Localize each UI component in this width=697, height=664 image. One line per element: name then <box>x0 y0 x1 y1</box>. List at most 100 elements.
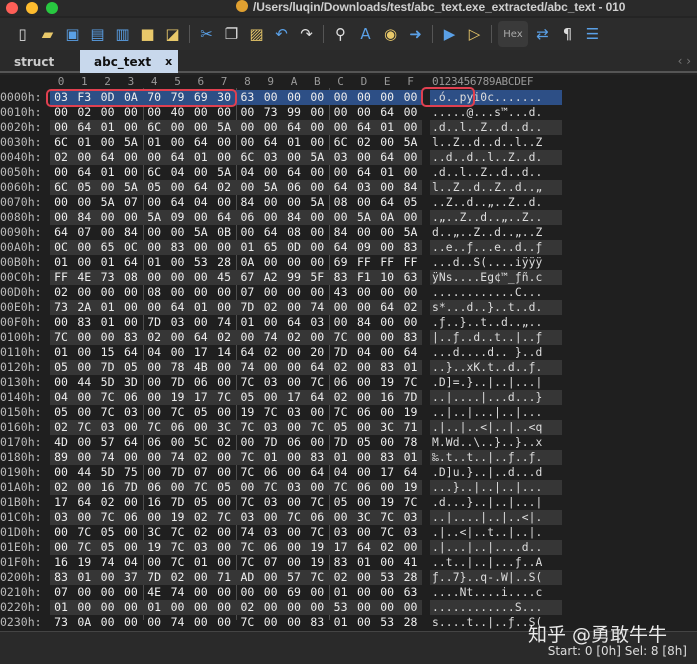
hex-byte[interactable]: 84 <box>73 210 95 225</box>
save-all-icon[interactable]: ▥ <box>112 24 133 45</box>
hex-byte[interactable]: 00 <box>143 360 165 375</box>
hex-byte[interactable]: 07 <box>73 225 95 240</box>
multi-folder-icon[interactable]: ◪ <box>162 24 183 45</box>
hex-byte[interactable]: 7C <box>306 375 328 390</box>
save-icon[interactable]: ▣ <box>62 24 83 45</box>
hex-byte[interactable]: 00 <box>120 585 142 600</box>
hex-byte[interactable]: 00 <box>73 435 95 450</box>
hex-byte[interactable]: 00 <box>120 495 142 510</box>
hex-byte[interactable]: 00 <box>97 180 119 195</box>
hex-byte[interactable]: 06 <box>260 465 282 480</box>
hex-byte[interactable]: 5A <box>213 120 235 135</box>
hex-byte[interactable]: 78 <box>400 435 422 450</box>
hex-byte[interactable]: 01 <box>236 315 258 330</box>
hex-byte[interactable]: 67 <box>236 270 258 285</box>
hex-byte[interactable]: 06 <box>143 480 165 495</box>
hex-byte[interactable]: 7C <box>306 570 328 585</box>
ascii-text[interactable]: ..|....|...d...} <box>432 390 542 405</box>
hex-row[interactable]: 0140h: 04 00 7C 06 00 19 17 7C 05 00 17 64 02 00 16 7D..… <box>0 390 562 405</box>
hex-byte[interactable]: 00 <box>260 360 282 375</box>
hex-byte[interactable]: 00 <box>236 135 258 150</box>
hex-byte[interactable]: 02 <box>50 420 72 435</box>
hex-byte[interactable]: 5A <box>400 135 422 150</box>
hex-byte[interactable]: 08 <box>283 225 305 240</box>
redo-icon[interactable]: ↷ <box>296 24 317 45</box>
hex-byte[interactable]: 17 <box>330 540 352 555</box>
hex-byte[interactable]: 00 <box>97 105 119 120</box>
hex-row[interactable]: 0210h: 07 00 00 00 4E 74 00 00 00 00 69 00 01 00 00 63..… <box>0 585 562 600</box>
hex-byte[interactable]: 00 <box>283 525 305 540</box>
hex-byte[interactable]: 00 <box>143 390 165 405</box>
hex-byte[interactable]: 00 <box>73 585 95 600</box>
hex-byte[interactable]: 06 <box>120 510 142 525</box>
hex-byte[interactable]: 05 <box>190 495 212 510</box>
hex-byte[interactable]: 01 <box>260 450 282 465</box>
hex-byte[interactable]: 00 <box>376 135 398 150</box>
ascii-text[interactable]: |..ƒ..d..t..|..ƒ <box>432 330 542 345</box>
hex-byte[interactable]: 00 <box>73 195 95 210</box>
hex-byte[interactable]: 06 <box>283 435 305 450</box>
hex-byte[interactable]: 7C <box>167 525 189 540</box>
hex-byte[interactable]: 00 <box>97 225 119 240</box>
hex-byte[interactable]: 17 <box>50 495 72 510</box>
hex-byte[interactable]: 71 <box>213 570 235 585</box>
hex-byte[interactable]: 15 <box>97 345 119 360</box>
hex-byte[interactable]: 00 <box>50 315 72 330</box>
hex-byte[interactable]: 01 <box>73 135 95 150</box>
hex-byte[interactable]: 00 <box>260 615 282 630</box>
hex-byte[interactable]: 00 <box>167 270 189 285</box>
hex-byte[interactable]: 7D <box>260 435 282 450</box>
hex-byte[interactable]: 14 <box>213 345 235 360</box>
hex-row[interactable]: 0090h: 64 07 00 84 00 00 5A 0B 00 64 08 00 84 00 00 5A d.… <box>0 225 562 240</box>
hex-byte[interactable]: 74 <box>236 360 258 375</box>
hex-byte[interactable]: 17 <box>376 465 398 480</box>
hex-byte[interactable]: 00 <box>260 315 282 330</box>
hex-byte[interactable]: 00 <box>283 465 305 480</box>
hex-byte[interactable]: 01 <box>143 255 165 270</box>
ascii-text[interactable]: s*...d..}..t..d. <box>432 300 542 315</box>
hex-byte[interactable]: 00 <box>353 600 375 615</box>
hex-byte[interactable]: 07 <box>190 465 212 480</box>
hex-byte[interactable]: 03 <box>330 150 352 165</box>
hex-byte[interactable]: 5A <box>353 210 375 225</box>
hex-byte[interactable]: 64 <box>330 240 352 255</box>
hex-byte[interactable]: 0C <box>120 240 142 255</box>
hex-byte[interactable]: 02 <box>190 525 212 540</box>
hex-byte[interactable]: 00 <box>50 540 72 555</box>
hex-byte[interactable]: 6C <box>143 165 165 180</box>
hex-row[interactable]: 0110h: 01 00 15 64 04 00 17 14 64 02 00 20 7D 04 00 64..… <box>0 345 562 360</box>
hex-byte[interactable]: 00 <box>213 495 235 510</box>
hex-byte[interactable]: 44 <box>73 375 95 390</box>
hex-byte[interactable]: 04 <box>167 165 189 180</box>
hex-byte[interactable]: 00 <box>213 360 235 375</box>
hex-byte[interactable]: 00 <box>283 285 305 300</box>
hex-byte[interactable]: 00 <box>213 300 235 315</box>
hex-byte[interactable]: 00 <box>260 585 282 600</box>
hex-byte[interactable]: 07 <box>260 555 282 570</box>
hex-byte[interactable]: 00 <box>330 90 352 105</box>
hex-byte[interactable]: 83 <box>120 330 142 345</box>
ascii-text[interactable]: ..Z..d..„..Z..d. <box>432 195 542 210</box>
hex-byte[interactable]: 00 <box>213 615 235 630</box>
hex-row[interactable]: 00F0h: 00 83 01 00 7D 03 00 74 01 00 64 03 00 84 00 00 .ƒ… <box>0 315 562 330</box>
hex-byte[interactable]: 02 <box>213 435 235 450</box>
hex-byte[interactable]: 00 <box>73 405 95 420</box>
hex-byte[interactable]: 7C <box>260 405 282 420</box>
hex-byte[interactable]: 73 <box>97 270 119 285</box>
hex-byte[interactable]: 06 <box>283 180 305 195</box>
hex-byte[interactable]: 00 <box>50 195 72 210</box>
hex-byte[interactable]: 04 <box>353 345 375 360</box>
hex-byte[interactable]: 00 <box>353 375 375 390</box>
hex-byte[interactable]: 00 <box>306 255 328 270</box>
hex-byte[interactable]: 7C <box>73 540 95 555</box>
hex-byte[interactable]: 64 <box>73 165 95 180</box>
hex-byte[interactable]: 7C <box>213 510 235 525</box>
hex-byte[interactable]: 19 <box>376 375 398 390</box>
hex-byte[interactable]: 64 <box>236 345 258 360</box>
hex-byte[interactable]: 64 <box>73 120 95 135</box>
hex-byte[interactable]: 05 <box>213 480 235 495</box>
hex-byte[interactable]: 19 <box>73 555 95 570</box>
hex-byte[interactable]: 7D <box>143 315 165 330</box>
hex-byte[interactable]: 64 <box>330 180 352 195</box>
hex-byte[interactable]: 64 <box>306 360 328 375</box>
